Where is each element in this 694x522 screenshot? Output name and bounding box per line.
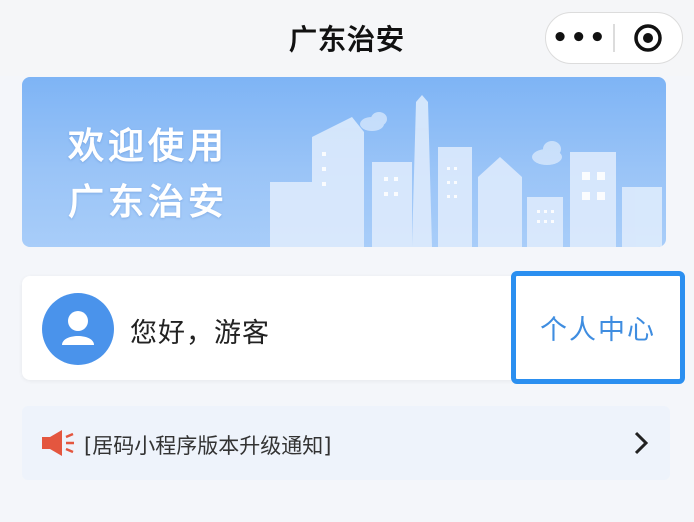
- greeting-text: 您好，游客: [130, 318, 270, 349]
- personal-center-label: 个人中心: [540, 315, 656, 346]
- personal-center-button[interactable]: 个人中心: [511, 271, 685, 384]
- speaker-icon: [40, 428, 76, 462]
- notice-text: [居码小程序版本升级通知]: [84, 434, 332, 458]
- more-menu-icon[interactable]: •••: [546, 13, 613, 63]
- close-target-icon[interactable]: [615, 13, 682, 63]
- mini-program-capsule: •••: [545, 12, 683, 64]
- top-navigation-bar: 广东治安 •••: [0, 0, 694, 76]
- banner-app-name: 广东治安: [68, 182, 229, 223]
- banner-welcome-text: 欢迎使用: [68, 126, 229, 167]
- welcome-banner: 欢迎使用 广东治安: [22, 77, 666, 247]
- notice-bar[interactable]: [居码小程序版本升级通知]: [22, 406, 670, 480]
- chevron-right-icon[interactable]: [631, 430, 651, 460]
- user-avatar-icon[interactable]: [42, 293, 114, 365]
